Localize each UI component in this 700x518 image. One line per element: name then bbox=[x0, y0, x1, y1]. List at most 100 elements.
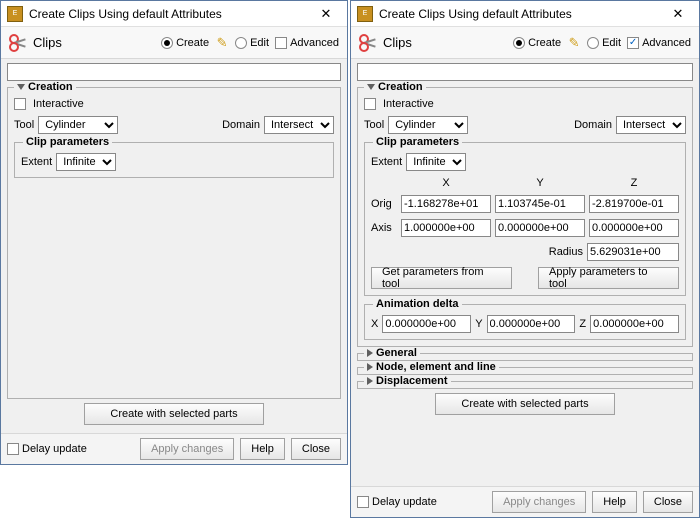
anim-y-label: Y bbox=[475, 318, 482, 330]
col-x: X bbox=[401, 177, 491, 189]
filter-input[interactable] bbox=[357, 63, 693, 81]
axis-z-input[interactable] bbox=[589, 219, 679, 237]
anim-x-label: X bbox=[371, 318, 378, 330]
col-z: Z bbox=[589, 177, 679, 189]
domain-label: Domain bbox=[222, 119, 260, 131]
chevron-right-icon bbox=[367, 363, 373, 371]
apply-changes-button[interactable]: Apply changes bbox=[492, 491, 586, 513]
displacement-fieldset[interactable]: Displacement bbox=[357, 381, 693, 389]
mode-group: Create ✎ Edit Advanced bbox=[161, 36, 339, 50]
help-button[interactable]: Help bbox=[592, 491, 637, 513]
radius-input[interactable] bbox=[587, 243, 679, 261]
xyz-header: X Y Z bbox=[371, 177, 679, 189]
domain-select[interactable]: Intersect bbox=[264, 116, 334, 134]
chevron-down-icon bbox=[17, 84, 25, 90]
animation-fieldset: Animation delta X Y Z bbox=[364, 304, 686, 340]
scissors-icon bbox=[9, 34, 27, 52]
close-icon[interactable]: ✕ bbox=[311, 4, 341, 24]
axis-label: Axis bbox=[371, 222, 397, 234]
mode-advanced[interactable]: Advanced bbox=[275, 37, 339, 49]
radius-row: Radius bbox=[371, 243, 679, 261]
mode-create[interactable]: Create bbox=[161, 37, 209, 49]
clip-params-fieldset: Clip parameters Extent Infinite X Y Z Or… bbox=[364, 142, 686, 296]
create-with-parts-button[interactable]: Create with selected parts bbox=[84, 403, 264, 425]
titlebar: E Create Clips Using default Attributes … bbox=[1, 1, 347, 27]
orig-x-input[interactable] bbox=[401, 195, 491, 213]
tool-select[interactable]: Cylinder bbox=[38, 116, 118, 134]
node-legend: Node, element and line bbox=[364, 361, 499, 373]
section-label: Clips bbox=[383, 35, 412, 50]
axis-y-input[interactable] bbox=[495, 219, 585, 237]
window-basic: E Create Clips Using default Attributes … bbox=[0, 0, 348, 465]
help-button[interactable]: Help bbox=[240, 438, 285, 460]
titlebar: E Create Clips Using default Attributes … bbox=[351, 1, 699, 27]
extent-select[interactable]: Infinite bbox=[406, 153, 466, 171]
anim-y-input[interactable] bbox=[487, 315, 576, 333]
orig-z-input[interactable] bbox=[589, 195, 679, 213]
apply-params-button[interactable]: Apply parameters to tool bbox=[538, 267, 679, 289]
create-row: Create with selected parts bbox=[357, 389, 693, 419]
col-y: Y bbox=[495, 177, 585, 189]
section-label: Clips bbox=[33, 35, 62, 50]
anim-z-label: Z bbox=[579, 318, 586, 330]
creation-fieldset: Creation Interactive Tool Cylinder Domai… bbox=[357, 87, 693, 347]
close-button[interactable]: Close bbox=[643, 491, 693, 513]
window-title: Create Clips Using default Attributes bbox=[29, 7, 311, 21]
creation-fieldset: Creation Interactive Tool Cylinder Domai… bbox=[7, 87, 341, 399]
radius-label: Radius bbox=[549, 246, 583, 258]
pencil-icon: ✎ bbox=[215, 36, 229, 50]
close-button[interactable]: Close bbox=[291, 438, 341, 460]
get-params-button[interactable]: Get parameters from tool bbox=[371, 267, 512, 289]
clip-params-legend: Clip parameters bbox=[373, 136, 462, 148]
filter-row bbox=[357, 63, 693, 81]
orig-y-input[interactable] bbox=[495, 195, 585, 213]
node-fieldset[interactable]: Node, element and line bbox=[357, 367, 693, 375]
clip-params-fieldset: Clip parameters Extent Infinite bbox=[14, 142, 334, 178]
chevron-right-icon bbox=[367, 377, 373, 385]
mode-group: Create ✎ Edit ✓Advanced bbox=[513, 36, 691, 50]
interactive-row[interactable]: Interactive bbox=[14, 98, 334, 110]
tool-row: Tool Cylinder Domain Intersect bbox=[364, 116, 686, 134]
tool-label: Tool bbox=[14, 119, 34, 131]
chevron-right-icon bbox=[367, 349, 373, 357]
domain-select[interactable]: Intersect bbox=[616, 116, 686, 134]
general-fieldset[interactable]: General bbox=[357, 353, 693, 361]
extent-label: Extent bbox=[371, 156, 402, 168]
creation-legend: Creation bbox=[14, 81, 76, 93]
mode-advanced[interactable]: ✓Advanced bbox=[627, 37, 691, 49]
creation-legend: Creation bbox=[364, 81, 426, 93]
bottom-bar: Delay update Apply changes Help Close bbox=[1, 433, 347, 464]
extent-select[interactable]: Infinite bbox=[56, 153, 116, 171]
clip-params-legend: Clip parameters bbox=[23, 136, 112, 148]
mode-edit[interactable]: Edit bbox=[587, 37, 621, 49]
anim-x-input[interactable] bbox=[382, 315, 471, 333]
mode-create[interactable]: Create bbox=[513, 37, 561, 49]
delay-update-check[interactable]: Delay update bbox=[7, 443, 87, 455]
tool-row: Tool Cylinder Domain Intersect bbox=[14, 116, 334, 134]
anim-z-input[interactable] bbox=[590, 315, 679, 333]
create-with-parts-button[interactable]: Create with selected parts bbox=[435, 393, 615, 415]
interactive-row[interactable]: Interactive bbox=[364, 98, 686, 110]
scissors-icon bbox=[359, 34, 377, 52]
close-icon[interactable]: ✕ bbox=[663, 4, 693, 24]
body: Creation Interactive Tool Cylinder Domai… bbox=[1, 59, 347, 433]
mode-edit[interactable]: Edit bbox=[235, 37, 269, 49]
filter-input[interactable] bbox=[7, 63, 341, 81]
tool-select[interactable]: Cylinder bbox=[388, 116, 468, 134]
topbar: Clips Create ✎ Edit Advanced bbox=[1, 27, 347, 59]
body: Creation Interactive Tool Cylinder Domai… bbox=[351, 59, 699, 486]
window-title: Create Clips Using default Attributes bbox=[379, 7, 663, 21]
topbar: Clips Create ✎ Edit ✓Advanced bbox=[351, 27, 699, 59]
bottom-bar: Delay update Apply changes Help Close bbox=[351, 486, 699, 517]
filter-row bbox=[7, 63, 341, 81]
apply-changes-button[interactable]: Apply changes bbox=[140, 438, 234, 460]
animation-legend: Animation delta bbox=[373, 298, 462, 310]
displacement-legend: Displacement bbox=[364, 375, 451, 387]
orig-label: Orig bbox=[371, 198, 397, 210]
app-icon: E bbox=[357, 6, 373, 22]
delay-update-check[interactable]: Delay update bbox=[357, 496, 437, 508]
app-icon: E bbox=[7, 6, 23, 22]
domain-label: Domain bbox=[574, 119, 612, 131]
create-row: Create with selected parts bbox=[7, 399, 341, 429]
axis-x-input[interactable] bbox=[401, 219, 491, 237]
